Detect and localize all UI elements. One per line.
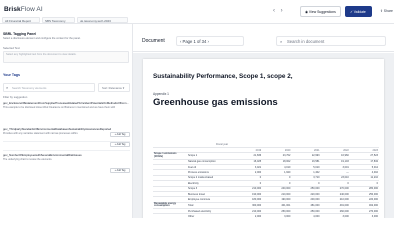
selected-text-label: Selected Text <box>3 46 20 50</box>
crumb-taxonomy[interactable]: SBS Taxonomy 2023 <box>42 17 75 29</box>
app-name-suffix: Flow AI <box>20 6 43 13</box>
table-caption[interactable]: Fiscal year <box>216 143 228 146</box>
document-search-placeholder: Search in document <box>287 39 325 44</box>
page-title[interactable]: Sustainability Performance, Scope 1, sco… <box>153 73 293 80</box>
search-icon: ⌕ <box>6 85 9 90</box>
document-search-input[interactable]: ⌕ Search in document <box>276 36 386 46</box>
validate-button[interactable]: ✓ Validate <box>345 6 372 17</box>
selected-text-box[interactable]: Select any highlighted text from the doc… <box>3 51 129 63</box>
table-cell[interactable]: 3,000 <box>320 213 350 218</box>
share-button[interactable]: ⇪ Share <box>376 6 393 17</box>
table-cell[interactable]: 3,000 <box>262 213 292 218</box>
page-navigator[interactable]: ‹ Page 1 of 34 › <box>176 36 244 46</box>
view-suggestions-label: View Suggestions <box>308 10 336 14</box>
sort-label: Sort: Relevance <box>102 86 122 90</box>
chevron-down-icon: ▾ <box>122 86 125 90</box>
emissions-table: 2019 2020 2021 2022 2023 Scope 1 emissions (… <box>153 146 379 218</box>
share-label: Share <box>383 9 393 13</box>
panel-title: SBRL Tagging Panel <box>3 32 37 36</box>
app-logo[interactable]: BriskFlow AI <box>4 6 43 13</box>
breadcrumb: All Financial Report SBS Taxonomy 2023 u… <box>0 17 130 29</box>
nav-arrows[interactable]: ‹ › <box>273 8 285 14</box>
sort-select[interactable]: Sort: Relevance ▾ <box>98 83 130 92</box>
add-tag-button[interactable]: + Add Tag <box>110 168 130 173</box>
your-tags-heading: Your Tags <box>3 73 21 77</box>
crumb-namespace[interactable]: uk.taxonomy.tech.2023 <box>77 17 128 23</box>
document-viewer[interactable]: Sustainability Performance, Scope 1, sco… <box>133 53 394 218</box>
table-cell[interactable]: Other <box>187 213 233 218</box>
list-item[interactable]: gov_NumberOfEmployeeswithSeveralEnvironm… <box>3 154 130 184</box>
table-cell[interactable]: 2,000 <box>233 213 263 218</box>
app-name: Brisk <box>4 6 21 13</box>
crumb-report[interactable]: All Financial Report <box>2 17 40 23</box>
table-cell[interactable]: 3,000 <box>349 213 379 218</box>
search-placeholder: Search Taxonomy elements <box>12 86 47 90</box>
table-cell[interactable] <box>153 213 187 218</box>
validate-label: Validate <box>353 10 366 14</box>
app-window: BriskFlow AI All Financial Report SBS Ta… <box>0 0 394 218</box>
divider <box>3 150 130 151</box>
tagging-sidebar: SBRL Tagging Panel Select a disclosure e… <box>0 24 133 218</box>
document-label: Document <box>142 38 165 44</box>
table-cell[interactable]: 4,000 <box>291 213 321 218</box>
element-description: The underlying chart to review the eleme… <box>3 157 53 161</box>
view-suggestions-button[interactable]: ◉ View Suggestions <box>300 6 341 17</box>
taxonomy-search-input[interactable]: ⌕ Search Taxonomy elements <box>3 83 95 92</box>
document-page: Sustainability Performance, Scope 1, sco… <box>143 59 384 218</box>
add-tag-button[interactable]: + Add Tag <box>110 142 130 147</box>
filter-label: Filter by suggestion <box>3 95 28 99</box>
search-icon: ⌕ <box>280 39 283 44</box>
panel-description: Select a disclosure element and configur… <box>3 37 81 40</box>
top-bar: BriskFlow AI All Financial Report SBS Ta… <box>0 0 394 29</box>
element-description: Provides with any narrative statement wi… <box>3 131 79 135</box>
table-row[interactable]: Other 2,000 3,000 4,000 3,000 3,000 <box>153 213 379 218</box>
section-heading[interactable]: Greenhouse gas emissions <box>153 97 278 108</box>
document-toolbar: Document ‹ Page 1 of 34 › ⌕ Search in doc… <box>133 30 394 52</box>
element-description: This example to be disclosed closer.Wed … <box>3 105 116 109</box>
appendix-label[interactable]: Appendix 1 <box>153 92 169 96</box>
